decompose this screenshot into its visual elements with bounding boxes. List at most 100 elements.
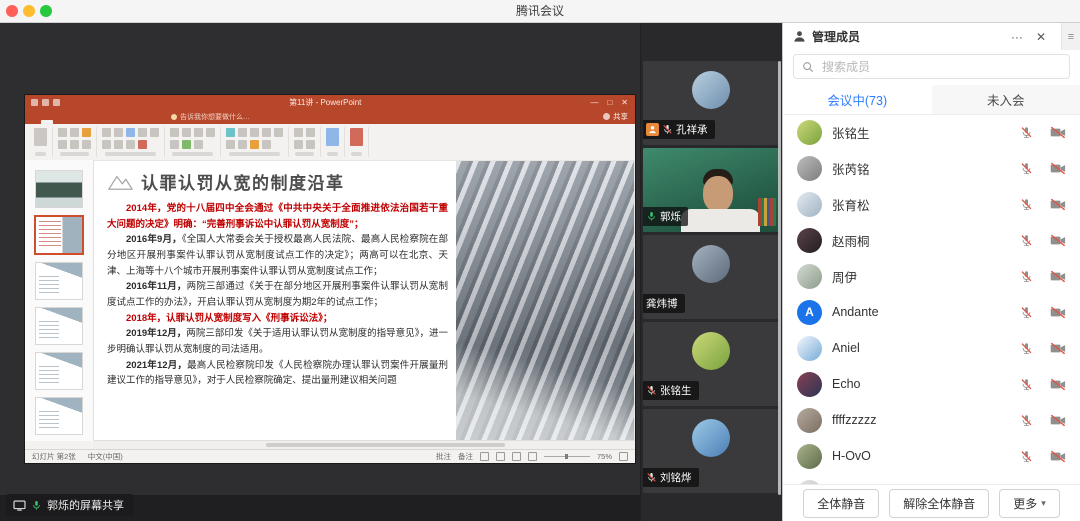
ribbon-button[interactable]: [126, 128, 135, 137]
member-row[interactable]: Echo: [783, 366, 1080, 402]
ribbon-group-baidu-netdisk[interactable]: [321, 127, 345, 157]
member-mic-muted-icon[interactable]: [1020, 234, 1033, 247]
ribbon-button[interactable]: [150, 128, 159, 137]
ribbon-button[interactable]: [114, 140, 123, 149]
slide-canvas[interactable]: 认罪认罚从宽的制度沿革 2014年，党的十八届四中全会通过《中共中央关于全面推进…: [94, 161, 634, 440]
ppt-minimize-icon[interactable]: —: [590, 95, 598, 110]
ribbon-button[interactable]: [262, 140, 271, 149]
member-row[interactable]: 赵雨桐: [783, 222, 1080, 258]
member-camera-off-icon[interactable]: [1050, 306, 1066, 319]
panel-menu-icon[interactable]: ≡: [1061, 23, 1080, 50]
ribbon-button[interactable]: [194, 128, 203, 137]
ppt-ribbon-tab[interactable]: [41, 120, 53, 124]
ppt-ribbon-tab[interactable]: [101, 120, 113, 124]
member-row[interactable]: Aniel: [783, 330, 1080, 366]
member-camera-off-icon[interactable]: [1050, 378, 1066, 391]
member-row[interactable]: 张芮铭: [783, 150, 1080, 186]
scrollbar-thumb[interactable]: [266, 443, 504, 447]
ribbon-group-slides[interactable]: [53, 127, 97, 157]
ribbon-button[interactable]: [294, 140, 303, 149]
ppt-window-controls[interactable]: — □ ✕: [590, 95, 628, 110]
slide-thumbnail[interactable]: [35, 352, 83, 390]
member-mic-muted-icon[interactable]: [1020, 126, 1033, 139]
member-mic-muted-icon[interactable]: [1020, 198, 1033, 211]
ribbon-button[interactable]: [206, 128, 215, 137]
ribbon-group-adobe-pdf[interactable]: [345, 127, 369, 157]
tab-not-joined[interactable]: 未入会: [932, 85, 1080, 114]
unmute-all-button[interactable]: 解除全体静音: [889, 489, 989, 518]
ribbon-button[interactable]: [82, 140, 91, 149]
video-tile[interactable]: 刘铭烨: [643, 409, 779, 493]
member-camera-off-icon[interactable]: [1050, 414, 1066, 427]
slideshow-view-icon[interactable]: [528, 452, 537, 461]
member-row[interactable]: 张育松: [783, 186, 1080, 222]
ribbon-button[interactable]: [170, 128, 179, 137]
tiles-scrollbar[interactable]: [778, 61, 781, 495]
member-row[interactable]: A Andante: [783, 294, 1080, 330]
ppt-ribbon-tab[interactable]: [113, 120, 125, 124]
ppt-ribbon-tab[interactable]: [77, 120, 89, 124]
more-button[interactable]: 更多 ▾: [999, 489, 1060, 518]
member-camera-off-icon[interactable]: [1050, 450, 1066, 463]
member-camera-off-icon[interactable]: [1050, 126, 1066, 139]
slide-thumbnail[interactable]: [35, 262, 83, 300]
member-camera-off-icon[interactable]: [1050, 198, 1066, 211]
reading-view-icon[interactable]: [512, 452, 521, 461]
ppt-ribbon-tab[interactable]: [125, 120, 137, 124]
ppt-share-button[interactable]: 共享: [603, 111, 628, 122]
ribbon-button[interactable]: [70, 128, 79, 137]
video-tile[interactable]: 郭烁: [643, 148, 779, 232]
member-row[interactable]: 张铭生: [783, 114, 1080, 150]
member-mic-muted-icon[interactable]: [1020, 162, 1033, 175]
ribbon-button[interactable]: [170, 140, 179, 149]
ppt-ribbon-tab[interactable]: [89, 120, 101, 124]
member-mic-muted-icon[interactable]: [1020, 414, 1033, 427]
ribbon-button[interactable]: [138, 140, 147, 149]
normal-view-icon[interactable]: [480, 452, 489, 461]
video-tile[interactable]: 龚炜博: [643, 235, 779, 319]
member-camera-off-icon[interactable]: [1050, 234, 1066, 247]
ribbon-button[interactable]: [82, 128, 91, 137]
member-mic-muted-icon[interactable]: [1020, 306, 1033, 319]
ribbon-button[interactable]: [114, 128, 123, 137]
slide-thumbnail[interactable]: [35, 307, 83, 345]
notes-button[interactable]: 备注: [458, 451, 473, 462]
ppt-quick-access-toolbar[interactable]: [31, 99, 60, 106]
member-camera-off-icon[interactable]: [1050, 162, 1066, 175]
ribbon-button[interactable]: [226, 140, 235, 149]
ribbon-button[interactable]: [250, 140, 259, 149]
ribbon-button[interactable]: [306, 128, 315, 137]
adobe-pdf-icon[interactable]: [350, 128, 363, 146]
ribbon-button[interactable]: [238, 128, 247, 137]
ribbon-button[interactable]: [274, 128, 283, 137]
ribbon-button[interactable]: [58, 140, 67, 149]
ppt-ribbon-tab[interactable]: [149, 120, 161, 124]
zoom-percentage[interactable]: 75%: [597, 452, 612, 461]
ribbon-button[interactable]: [306, 140, 315, 149]
zoom-slider[interactable]: [544, 456, 590, 457]
slide-thumbnail[interactable]: [35, 397, 83, 435]
ribbon-button[interactable]: [226, 128, 235, 137]
paste-icon[interactable]: [34, 128, 47, 146]
comments-button[interactable]: 批注: [436, 451, 451, 462]
slide-thumbnail[interactable]: [34, 215, 84, 255]
ribbon-group-clipboard[interactable]: [29, 127, 53, 157]
member-search-box[interactable]: [793, 54, 1070, 79]
ribbon-button[interactable]: [182, 128, 191, 137]
search-input[interactable]: [820, 59, 1061, 75]
ribbon-button[interactable]: [194, 140, 203, 149]
member-camera-off-icon[interactable]: [1050, 342, 1066, 355]
ppt-maximize-icon[interactable]: □: [607, 95, 612, 110]
video-tile[interactable]: 孔祥承: [643, 61, 779, 145]
ribbon-button[interactable]: [182, 140, 191, 149]
ribbon-button[interactable]: [294, 128, 303, 137]
ribbon-button[interactable]: [238, 140, 247, 149]
ribbon-button[interactable]: [102, 140, 111, 149]
zoom-slider-knob[interactable]: [565, 454, 568, 459]
ribbon-button[interactable]: [250, 128, 259, 137]
mute-all-button[interactable]: 全体静音: [803, 489, 879, 518]
member-mic-muted-icon[interactable]: [1020, 378, 1033, 391]
baidu-netdisk-icon[interactable]: [326, 128, 339, 146]
ppt-tellme-search[interactable]: 告诉我你想要做什么…: [171, 112, 250, 122]
ppt-ribbon-tab[interactable]: [65, 120, 77, 124]
